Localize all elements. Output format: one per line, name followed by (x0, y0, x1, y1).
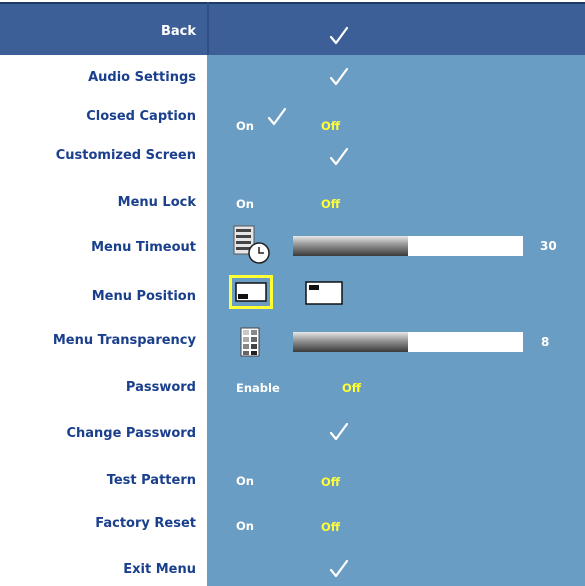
password-label[interactable]: Password (126, 380, 196, 395)
clock-menu-icon (233, 225, 270, 264)
change-password-checkmark-icon[interactable] (328, 421, 350, 443)
test-pattern-label[interactable]: Test Pattern (107, 473, 196, 488)
menu-transparency-label[interactable]: Menu Transparency (53, 333, 196, 348)
back-label[interactable]: Back (161, 24, 196, 39)
menu-timeout-slider[interactable] (293, 236, 523, 256)
menu-transparency-slider-fill (293, 332, 408, 352)
closed-caption-off-option[interactable]: Off (321, 119, 340, 133)
audio-settings-checkmark-icon[interactable] (328, 66, 350, 88)
closed-caption-on-checkmark-icon (267, 107, 287, 126)
header-divider (207, 2, 209, 55)
menu-lock-off-option[interactable]: Off (321, 197, 340, 211)
transparency-icon (240, 327, 260, 357)
menu-timeout-value: 30 (540, 239, 557, 253)
password-enable-option[interactable]: Enable (236, 381, 280, 395)
exit-menu-checkmark-icon[interactable] (328, 558, 350, 580)
menu-timeout-label[interactable]: Menu Timeout (91, 240, 196, 255)
menu-lock-on-option[interactable]: On (236, 197, 254, 211)
factory-reset-off-option[interactable]: Off (321, 520, 340, 534)
back-checkmark-icon[interactable] (328, 25, 350, 47)
menu-timeout-slider-fill (293, 236, 408, 256)
menu-transparency-slider[interactable] (293, 332, 523, 352)
menu-transparency-value: 8 (541, 335, 550, 349)
options-column (207, 55, 585, 586)
customized-screen-checkmark-icon[interactable] (328, 146, 350, 168)
closed-caption-label[interactable]: Closed Caption (86, 109, 196, 124)
menu-lock-label[interactable]: Menu Lock (118, 195, 196, 210)
header-bar[interactable] (0, 2, 585, 55)
closed-caption-on-option[interactable]: On (236, 119, 254, 133)
top-left-position-icon[interactable] (305, 281, 343, 305)
factory-reset-label[interactable]: Factory Reset (95, 516, 196, 531)
customized-screen-label[interactable]: Customized Screen (56, 148, 196, 163)
bottom-left-position-icon[interactable] (229, 275, 273, 309)
menu-position-label[interactable]: Menu Position (92, 289, 196, 304)
osd-menu-panel: Back Audio Settings Closed Caption On Of… (0, 0, 585, 586)
test-pattern-off-option[interactable]: Off (321, 475, 340, 489)
password-off-option[interactable]: Off (342, 381, 361, 395)
change-password-label[interactable]: Change Password (66, 426, 196, 441)
audio-settings-label[interactable]: Audio Settings (88, 70, 196, 85)
factory-reset-on-option[interactable]: On (236, 519, 254, 533)
exit-menu-label[interactable]: Exit Menu (123, 562, 196, 577)
test-pattern-on-option[interactable]: On (236, 474, 254, 488)
